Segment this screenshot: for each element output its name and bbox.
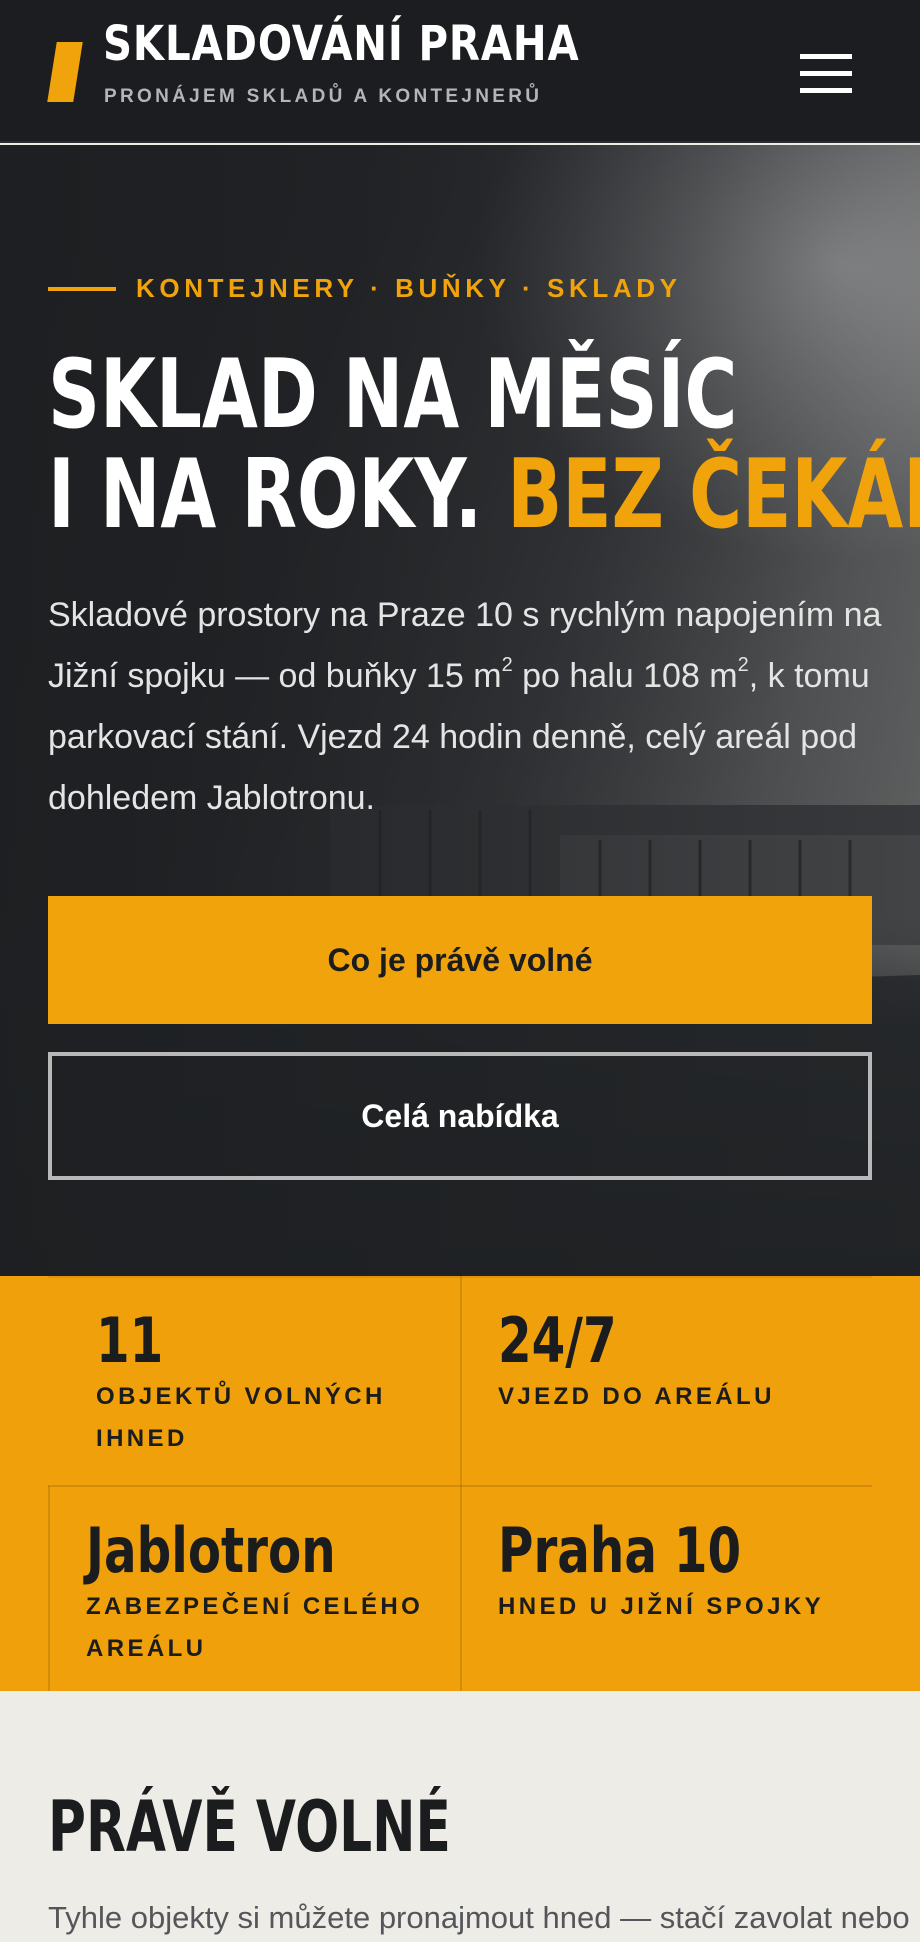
stats-section: 11 OBJEKTŮ VOLNÝCH IHNED 24/7 VJEZD DO A…: [0, 1276, 920, 1691]
stat-item: 11 OBJEKTŮ VOLNÝCH IHNED: [96, 1306, 426, 1460]
stat-item: Praha 10 HNED U JIŽNÍ SPOJKY: [498, 1516, 878, 1628]
hero-title-line1: SKLAD NA MĚSÍC: [48, 340, 738, 450]
stat-value: 11: [96, 1304, 164, 1377]
brand-title[interactable]: SKLADOVÁNÍ PRAHA: [103, 18, 579, 71]
hero-section: KONTEJNERY · BUŇKY · SKLADY SKLAD NA MĚS…: [0, 145, 920, 1276]
section-intro: Tyhle objekty si můžete pronajmout hned …: [48, 1900, 910, 1935]
stat-label: HNED U JIŽNÍ SPOJKY: [498, 1593, 824, 1620]
stat-item: Jablotron ZABEZPEČENÍ CELÉHO AREÁLU: [86, 1516, 436, 1670]
stats-divider: [48, 1486, 50, 1691]
full-offer-button[interactable]: Celá nabídka: [48, 1052, 872, 1180]
section-title: PRÁVĚ VOLNÉ: [48, 1786, 451, 1868]
stat-item: 24/7 VJEZD DO AREÁLU: [498, 1306, 868, 1418]
hero-eyebrow: KONTEJNERY · BUŇKY · SKLADY: [136, 273, 682, 303]
site-header: SKLADOVÁNÍ PRAHA PRONÁJEM SKLADŮ A KONTE…: [0, 0, 920, 143]
stat-value: Jablotron: [86, 1514, 336, 1587]
stat-label: VJEZD DO AREÁLU: [498, 1383, 775, 1410]
stat-value: 24/7: [498, 1304, 617, 1377]
stat-label: OBJEKTŮ VOLNÝCH IHNED: [96, 1383, 386, 1452]
eyebrow-line: [48, 287, 116, 291]
stat-value: Praha 10: [498, 1514, 742, 1587]
stat-label: ZABEZPEČENÍ CELÉHO AREÁLU: [86, 1593, 424, 1662]
logo-icon[interactable]: [44, 42, 86, 102]
available-now-button[interactable]: Co je právě volné: [48, 896, 872, 1024]
available-section: PRÁVĚ VOLNÉ Tyhle objekty si můžete pron…: [0, 1691, 920, 1942]
hero-title-accent: BEZ ČEKÁNÍ.: [507, 440, 920, 550]
stats-divider: [48, 1485, 872, 1487]
brand-subtitle: PRONÁJEM SKLADŮ A KONTEJNERŮ: [104, 86, 543, 107]
menu-button[interactable]: [786, 48, 866, 100]
stats-divider: [460, 1276, 462, 1691]
hero-title: SKLAD NA MĚSÍC I NA ROKY. BEZ ČEKÁNÍ.: [48, 345, 920, 545]
hamburger-menu-icon: [800, 54, 852, 59]
hero-description: Skladové prostory na Praze 10 s rychlým …: [48, 596, 882, 817]
hero-title-line2: I NA ROKY.: [48, 440, 483, 550]
